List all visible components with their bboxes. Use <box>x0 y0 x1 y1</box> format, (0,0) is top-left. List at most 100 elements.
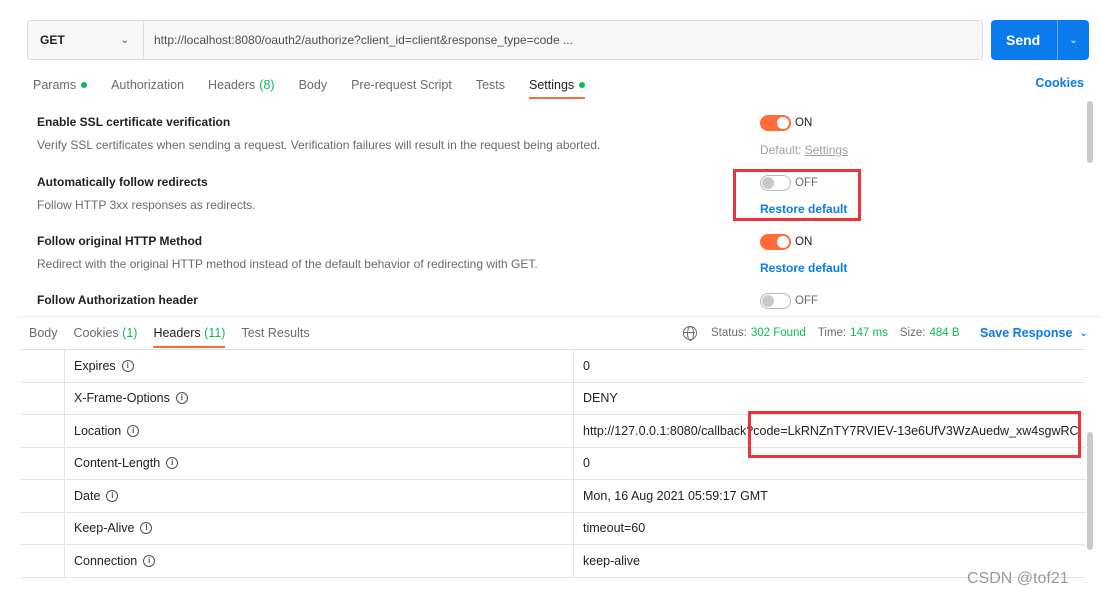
header-key: Content-Length <box>74 456 161 471</box>
tab-tests[interactable]: Tests <box>476 78 505 92</box>
settings-scrollbar[interactable] <box>1087 101 1093 163</box>
time-value[interactable]: 147 ms <box>850 327 888 339</box>
tab-response-headers-label: Headers <box>153 325 201 340</box>
toggle-switch[interactable] <box>760 115 791 131</box>
header-value: timeout=60 <box>583 521 646 536</box>
settings-panel: Enable SSL certificate verification Veri… <box>0 103 1101 315</box>
follow-auth-header-toggle[interactable]: OFF <box>760 293 818 309</box>
header-key: Date <box>74 488 101 503</box>
header-key: X-Frame-Options <box>74 391 170 406</box>
tab-headers-label: Headers <box>208 78 256 92</box>
request-tabs: Params Authorization Headers (8) Body Pre… <box>33 75 609 99</box>
setting-title: Automatically follow redirects <box>37 175 208 189</box>
tab-headers[interactable]: Headers (8) <box>208 78 275 92</box>
tab-params[interactable]: Params <box>33 78 88 92</box>
default-hint-label: Default: <box>760 143 802 157</box>
tab-response-headers[interactable]: Headers (11) <box>153 325 226 348</box>
tab-body-label: Body <box>298 78 328 92</box>
header-key: Connection <box>74 553 138 568</box>
toggle-state: OFF <box>795 295 818 307</box>
tab-params-label: Params <box>33 78 77 92</box>
chevron-down-icon: ⌄ <box>1079 327 1088 339</box>
setting-ssl-verification: Enable SSL certificate verification Veri… <box>37 115 600 152</box>
status-label: Status: <box>711 327 747 339</box>
setting-follow-redirects: Automatically follow redirects Follow HT… <box>37 175 256 212</box>
table-row: Expires i 0 <box>20 350 1085 383</box>
request-url-bar: GET ⌄ http://localhost:8080/oauth2/autho… <box>27 20 983 60</box>
active-dot-icon <box>579 82 586 88</box>
header-value: Mon, 16 Aug 2021 05:59:17 GMT <box>583 488 768 503</box>
tab-body[interactable]: Body <box>299 78 328 92</box>
tab-pre-request-script[interactable]: Pre-request Script <box>351 78 452 92</box>
setting-follow-original-method: Follow original HTTP Method Redirect wit… <box>37 234 538 271</box>
toggle-state: ON <box>795 236 813 248</box>
toggle-state: ON <box>795 117 813 129</box>
send-options-chevron-icon[interactable]: ⌄ <box>1058 35 1089 46</box>
setting-description: Follow HTTP 3xx responses as redirects. <box>37 198 256 212</box>
tab-test-results[interactable]: Test Results <box>241 326 309 340</box>
chevron-down-icon: ⌄ <box>120 34 129 46</box>
save-response-button[interactable]: Save Response ⌄ <box>980 317 1088 349</box>
tab-settings[interactable]: Settings <box>529 78 586 99</box>
ssl-verification-control: ON Default: Settings <box>760 115 848 157</box>
header-key: Keep-Alive <box>74 521 135 536</box>
follow-original-method-toggle[interactable]: ON <box>760 234 847 250</box>
ssl-verification-toggle[interactable]: ON <box>760 115 848 131</box>
status-value[interactable]: 302 Found <box>751 327 806 339</box>
tab-pre-request-script-label: Pre-request Script <box>351 78 452 92</box>
cookies-link[interactable]: Cookies <box>1035 76 1084 90</box>
tab-authorization-label: Authorization <box>111 78 185 92</box>
toggle-switch[interactable] <box>760 293 791 309</box>
default-hint: Default: Settings <box>760 143 848 157</box>
size-value[interactable]: 484 B <box>929 327 959 339</box>
save-response-label: Save Response <box>980 326 1073 340</box>
setting-title: Follow original HTTP Method <box>37 234 203 248</box>
header-value: DENY <box>583 391 618 406</box>
globe-icon[interactable] <box>683 326 697 341</box>
header-key: Expires <box>74 358 116 373</box>
info-icon[interactable]: i <box>121 359 134 372</box>
table-row: Date i Mon, 16 Aug 2021 05:59:17 GMT <box>20 480 1085 513</box>
follow-original-method-control: ON Restore default <box>760 234 847 275</box>
info-icon[interactable]: i <box>140 522 153 535</box>
method-label: GET <box>40 33 65 47</box>
size-label: Size: <box>899 327 926 339</box>
table-row: Keep-Alive i timeout=60 <box>20 512 1085 545</box>
settings-link[interactable]: Settings <box>805 143 848 157</box>
tab-response-headers-count: (11) <box>204 325 226 340</box>
response-tabs: Body Cookies (1) Headers (11) Test Resul… <box>20 325 326 348</box>
tab-response-cookies-count: (1) <box>122 325 138 340</box>
annotation-highlight-box <box>733 169 861 221</box>
send-button-label: Send <box>1006 32 1041 48</box>
toggle-switch[interactable] <box>760 234 791 250</box>
info-icon[interactable]: i <box>166 457 179 470</box>
tab-authorization[interactable]: Authorization <box>111 78 184 92</box>
setting-title: Enable SSL certificate verification <box>37 115 231 129</box>
tab-response-cookies[interactable]: Cookies (1) <box>74 326 138 340</box>
time-label: Time: <box>817 327 847 339</box>
tab-response-body[interactable]: Body <box>29 326 58 340</box>
header-value: 0 <box>583 456 590 471</box>
response-headers-table: Expires i 0 X-Frame-Options i DENY Locatio… <box>20 349 1085 578</box>
header-value: keep-alive <box>583 553 640 568</box>
info-icon[interactable]: i <box>143 554 156 567</box>
header-key: Location <box>74 423 122 438</box>
restore-default-button[interactable]: Restore default <box>760 261 847 275</box>
response-bar: Body Cookies (1) Headers (11) Test Resul… <box>20 316 1101 348</box>
setting-description: Redirect with the original HTTP method i… <box>37 257 538 271</box>
info-icon[interactable]: i <box>106 489 119 502</box>
setting-follow-auth-header: Follow Authorization header <box>37 293 198 307</box>
method-select[interactable]: GET ⌄ <box>28 21 144 59</box>
url-input[interactable]: http://localhost:8080/oauth2/authorize?c… <box>144 33 573 47</box>
send-button[interactable]: Send ⌄ <box>991 20 1089 60</box>
headers-scrollbar[interactable] <box>1087 432 1093 550</box>
tab-settings-label: Settings <box>529 78 575 92</box>
info-icon[interactable]: i <box>175 392 188 405</box>
setting-description: Verify SSL certificates when sending a r… <box>37 138 601 152</box>
watermark: CSDN @tof21 <box>967 570 1069 587</box>
header-value: 0 <box>583 358 590 373</box>
annotation-highlight-box <box>748 411 1081 458</box>
info-icon[interactable]: i <box>127 424 140 437</box>
tab-response-cookies-label: Cookies <box>73 325 119 340</box>
setting-title: Follow Authorization header <box>37 293 198 307</box>
